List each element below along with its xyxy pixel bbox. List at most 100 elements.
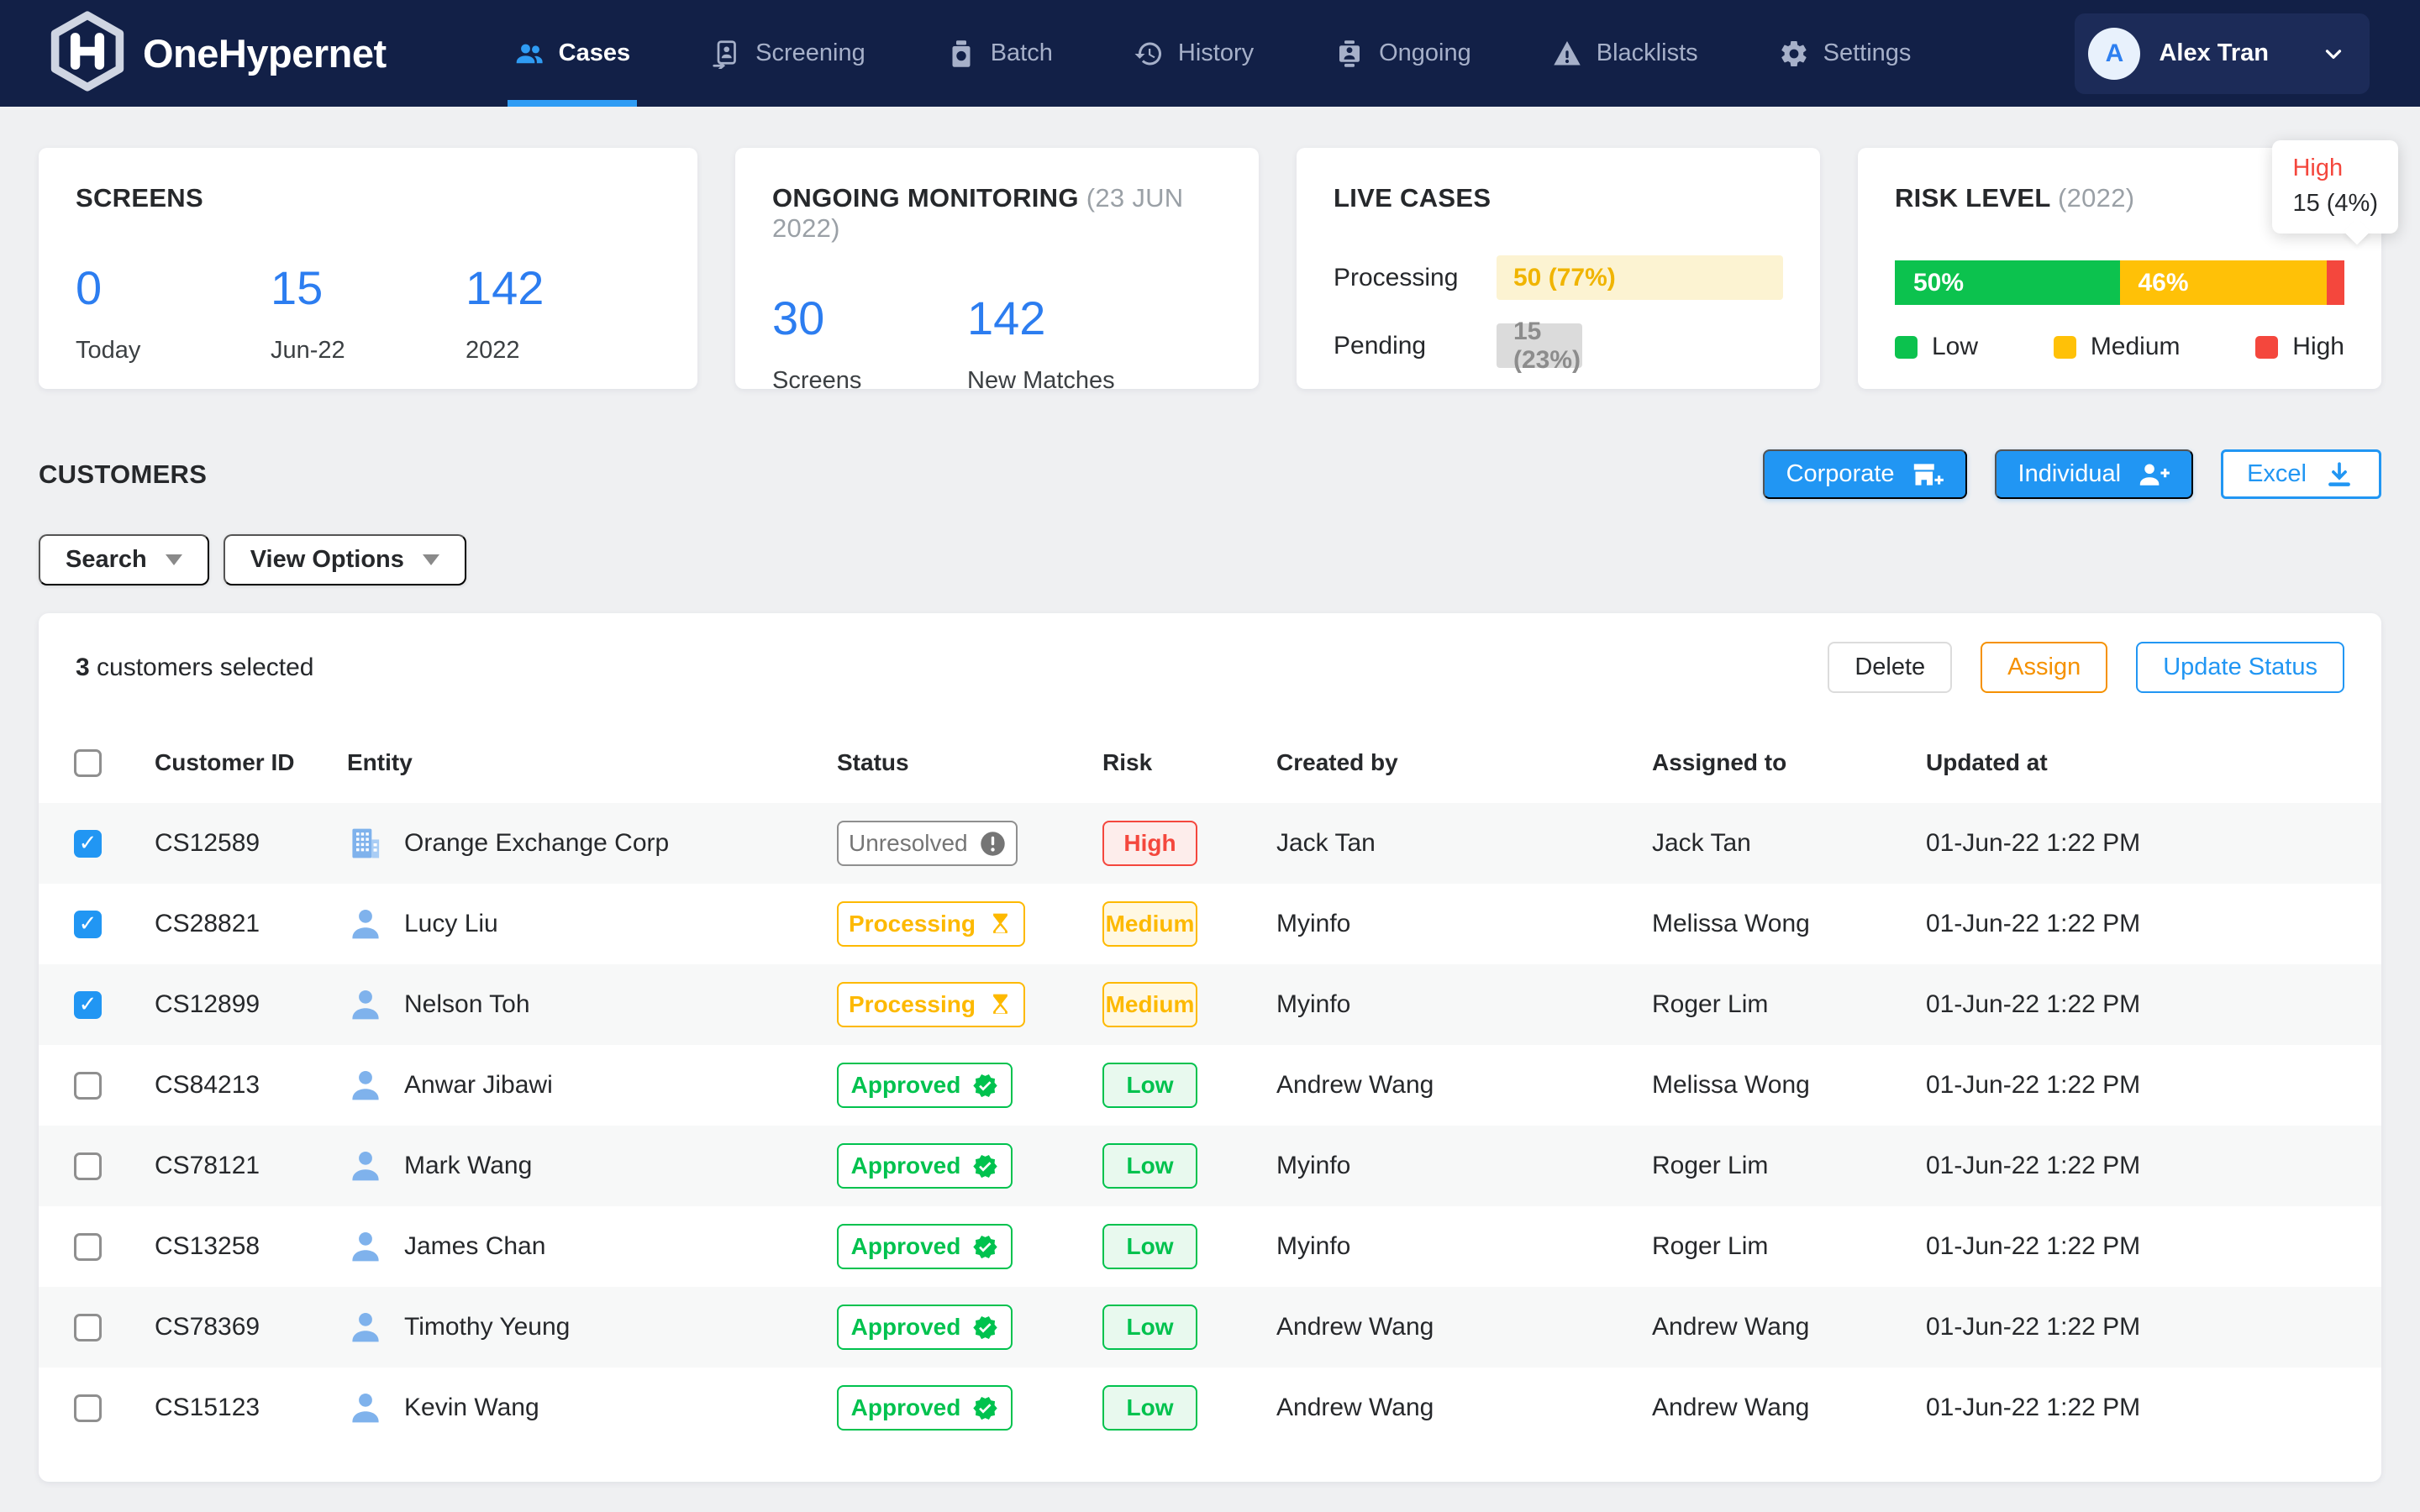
- risk-level-card: RISK LEVEL (2022) 50% 46% Low Medium Hig…: [1858, 148, 2381, 389]
- col-created-by: Created by: [1276, 749, 1652, 776]
- col-status: Status: [837, 749, 1102, 776]
- nav-item-cases[interactable]: Cases: [513, 0, 632, 107]
- search-dropdown[interactable]: Search: [39, 534, 209, 585]
- building-plus-icon: [1912, 460, 1944, 489]
- brand-name: OneHypernet: [143, 30, 387, 76]
- customer-id: CS78369: [155, 1313, 347, 1341]
- status-badge[interactable]: Processing: [837, 901, 1025, 947]
- nav-item-batch[interactable]: Batch: [944, 0, 1055, 107]
- risk-segment-high[interactable]: [2327, 260, 2344, 305]
- created-by: Myinfo: [1276, 1232, 1652, 1261]
- table-row[interactable]: CS78369 Timothy Yeung Approved Low Andre…: [39, 1287, 2381, 1368]
- nav-label: Cases: [559, 39, 630, 67]
- legend-low: Low: [1895, 333, 1978, 361]
- processing-bar: 50 (77%): [1497, 255, 1783, 300]
- risk-tooltip: High 15 (4%): [2272, 140, 2398, 234]
- export-excel-button[interactable]: Excel: [2221, 449, 2381, 499]
- table-body: CS12589 Orange Exchange Corp Unresolved …: [39, 803, 2381, 1448]
- table-row[interactable]: CS12899 Nelson Toh Processing Medium Myi…: [39, 964, 2381, 1045]
- status-badge[interactable]: Approved: [837, 1143, 1013, 1189]
- assigned-to: Melissa Wong: [1652, 910, 1926, 938]
- update-status-button[interactable]: Update Status: [2136, 642, 2344, 693]
- updated-at: 01-Jun-22 1:22 PM: [1926, 829, 2381, 858]
- verified-icon: [972, 1315, 998, 1341]
- nav-items: Cases Screening Batch History Ongoing Bl…: [513, 0, 1913, 107]
- bulk-actions: Delete Assign Update Status: [1828, 642, 2344, 693]
- header-checkbox[interactable]: [74, 749, 102, 777]
- ongoing-monitoring-card: ONGOING MONITORING (23 JUN 2022) 30 Scre…: [735, 148, 1259, 389]
- user-menu[interactable]: A Alex Tran: [2075, 13, 2370, 94]
- updated-at: 01-Jun-22 1:22 PM: [1926, 1071, 2381, 1100]
- row-checkbox[interactable]: [74, 911, 102, 938]
- nav-item-history[interactable]: History: [1132, 0, 1255, 107]
- status-badge[interactable]: Approved: [837, 1385, 1013, 1431]
- status-badge[interactable]: Unresolved: [837, 821, 1018, 866]
- created-by: Jack Tan: [1276, 829, 1652, 858]
- top-nav: OneHypernet Cases Screening Batch Histor…: [0, 0, 2420, 107]
- assigned-to: Andrew Wang: [1652, 1313, 1926, 1341]
- risk-badge: Low: [1102, 1385, 1197, 1431]
- nav-item-blacklists[interactable]: Blacklists: [1550, 0, 1700, 107]
- alert-circle-icon: [980, 831, 1006, 857]
- status-badge[interactable]: Approved: [837, 1224, 1013, 1269]
- person-plus-icon: [2138, 460, 2170, 489]
- row-checkbox[interactable]: [74, 1152, 102, 1180]
- history-clock-icon: [1134, 39, 1164, 69]
- updated-at: 01-Jun-22 1:22 PM: [1926, 1152, 2381, 1180]
- entity-name: James Chan: [404, 1232, 545, 1261]
- nav-item-ongoing[interactable]: Ongoing: [1333, 0, 1473, 107]
- row-checkbox[interactable]: [74, 830, 102, 858]
- assign-button[interactable]: Assign: [1981, 642, 2107, 693]
- table-row[interactable]: CS28821 Lucy Liu Processing Medium Myinf…: [39, 884, 2381, 964]
- updated-at: 01-Jun-22 1:22 PM: [1926, 1232, 2381, 1261]
- updated-at: 01-Jun-22 1:22 PM: [1926, 910, 2381, 938]
- risk-badge: Low: [1102, 1143, 1197, 1189]
- nav-item-screening[interactable]: Screening: [709, 0, 867, 107]
- add-individual-button[interactable]: Individual: [1995, 449, 2194, 499]
- person-icon: [347, 1309, 384, 1346]
- row-checkbox[interactable]: [74, 1314, 102, 1341]
- row-checkbox[interactable]: [74, 1072, 102, 1100]
- card-title: ONGOING MONITORING (23 JUN 2022): [772, 183, 1222, 244]
- customers-table-card: 3 customers selected Delete Assign Updat…: [39, 613, 2381, 1482]
- nav-item-settings[interactable]: Settings: [1777, 0, 1913, 107]
- card-title: SCREENS: [76, 183, 660, 213]
- screening-document-icon: [711, 39, 741, 69]
- person-icon: [347, 1147, 384, 1184]
- entity-name: Kevin Wang: [404, 1394, 539, 1422]
- pending-bar: 15 (23%): [1497, 323, 1582, 368]
- table-row[interactable]: CS13258 James Chan Approved Low Myinfo R…: [39, 1206, 2381, 1287]
- table-row[interactable]: CS12589 Orange Exchange Corp Unresolved …: [39, 803, 2381, 884]
- delete-button[interactable]: Delete: [1828, 642, 1952, 693]
- legend-swatch: [1895, 336, 1918, 359]
- col-updated-at: Updated at: [1926, 749, 2381, 776]
- created-by: Myinfo: [1276, 910, 1652, 938]
- screens-card: SCREENS 0 Today 15 Jun-22 142 2022: [39, 148, 697, 389]
- table-row[interactable]: CS78121 Mark Wang Approved Low Myinfo Ro…: [39, 1126, 2381, 1206]
- view-options-dropdown[interactable]: View Options: [224, 534, 466, 585]
- row-checkbox[interactable]: [74, 1233, 102, 1261]
- tooltip-value: 15 (4%): [2292, 190, 2378, 218]
- table-header-row: Customer ID Entity Status Risk Created b…: [39, 722, 2381, 803]
- id-card-icon: [1334, 39, 1365, 69]
- customer-id: CS28821: [155, 910, 347, 938]
- status-badge[interactable]: Approved: [837, 1063, 1013, 1108]
- table-row[interactable]: CS84213 Anwar Jibawi Approved Low Andrew…: [39, 1045, 2381, 1126]
- tooltip-title: High: [2292, 155, 2378, 182]
- nav-label: Batch: [991, 39, 1053, 67]
- row-checkbox[interactable]: [74, 1394, 102, 1422]
- person-icon: [347, 986, 384, 1023]
- stat-today: 0 Today: [76, 260, 271, 365]
- entity-name: Nelson Toh: [404, 990, 530, 1019]
- table-row[interactable]: CS15123 Kevin Wang Approved Low Andrew W…: [39, 1368, 2381, 1448]
- stat-cards: SCREENS 0 Today 15 Jun-22 142 2022 ONGOI…: [0, 107, 2420, 389]
- row-checkbox[interactable]: [74, 991, 102, 1019]
- stat-month: 15 Jun-22: [271, 260, 466, 365]
- customer-id: CS12589: [155, 829, 347, 858]
- avatar: A: [2088, 28, 2140, 80]
- status-badge[interactable]: Processing: [837, 982, 1025, 1027]
- hourglass-icon: [987, 992, 1013, 1018]
- status-badge[interactable]: Approved: [837, 1305, 1013, 1350]
- add-corporate-button[interactable]: Corporate: [1763, 449, 1967, 499]
- risk-badge: Low: [1102, 1224, 1197, 1269]
